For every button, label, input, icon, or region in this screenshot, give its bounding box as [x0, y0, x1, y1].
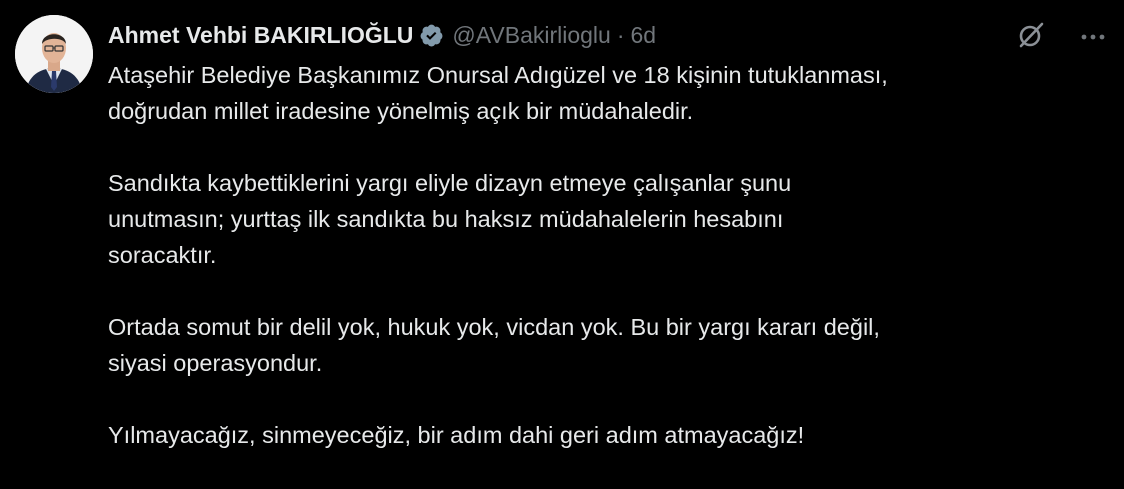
tweet-paragraph: Ataşehir Belediye Başkanımız Onursal Adı… — [108, 57, 1108, 129]
header-separator: · — [616, 21, 625, 48]
author-display-name[interactable]: Ahmet Vehbi BAKIRLIOĞLU — [108, 22, 413, 49]
tweet-line: doğrudan millet iradesine yönelmiş açık … — [108, 98, 694, 124]
tweet-line: Sandıkta kaybettiklerini yargı eliyle di… — [108, 170, 792, 196]
tweet-actions-top — [1016, 20, 1106, 55]
tweet-paragraph: Ortada somut bir delil yok, hukuk yok, v… — [108, 309, 1108, 381]
tweet-paragraph: Sandıkta kaybettiklerini yargı eliyle di… — [108, 165, 1108, 273]
tweet-line: unutmasın; yurttaş ilk sandıkta bu haksı… — [108, 206, 784, 232]
author-handle[interactable]: @AVBakirlioglu — [452, 22, 610, 49]
tweet-timestamp[interactable]: 6d — [631, 22, 657, 49]
tweet[interactable]: Ahmet Vehbi BAKIRLIOĞLU @AVBakirlioglu ·… — [0, 0, 1124, 484]
tweet-line: soracaktır. — [108, 242, 217, 268]
tweet-header: Ahmet Vehbi BAKIRLIOĞLU @AVBakirlioglu ·… — [108, 20, 656, 50]
tweet-line: Ortada somut bir delil yok, hukuk yok, v… — [108, 314, 880, 340]
verified-badge-icon[interactable] — [419, 23, 444, 48]
avatar[interactable] — [15, 15, 93, 93]
tweet-line: Ataşehir Belediye Başkanımız Onursal Adı… — [108, 62, 888, 88]
grok-icon[interactable] — [1016, 20, 1046, 55]
more-options-icon[interactable] — [1080, 29, 1106, 47]
tweet-body: Ataşehir Belediye Başkanımız Onursal Adı… — [108, 57, 1108, 489]
tweet-line: siyasi operasyondur. — [108, 350, 323, 376]
avatar-photo — [15, 15, 93, 93]
tweet-line: Yılmayacağız, sinmeyeceğiz, bir adım dah… — [108, 422, 805, 448]
tweet-paragraph: Yılmayacağız, sinmeyeceğiz, bir adım dah… — [108, 417, 1108, 453]
